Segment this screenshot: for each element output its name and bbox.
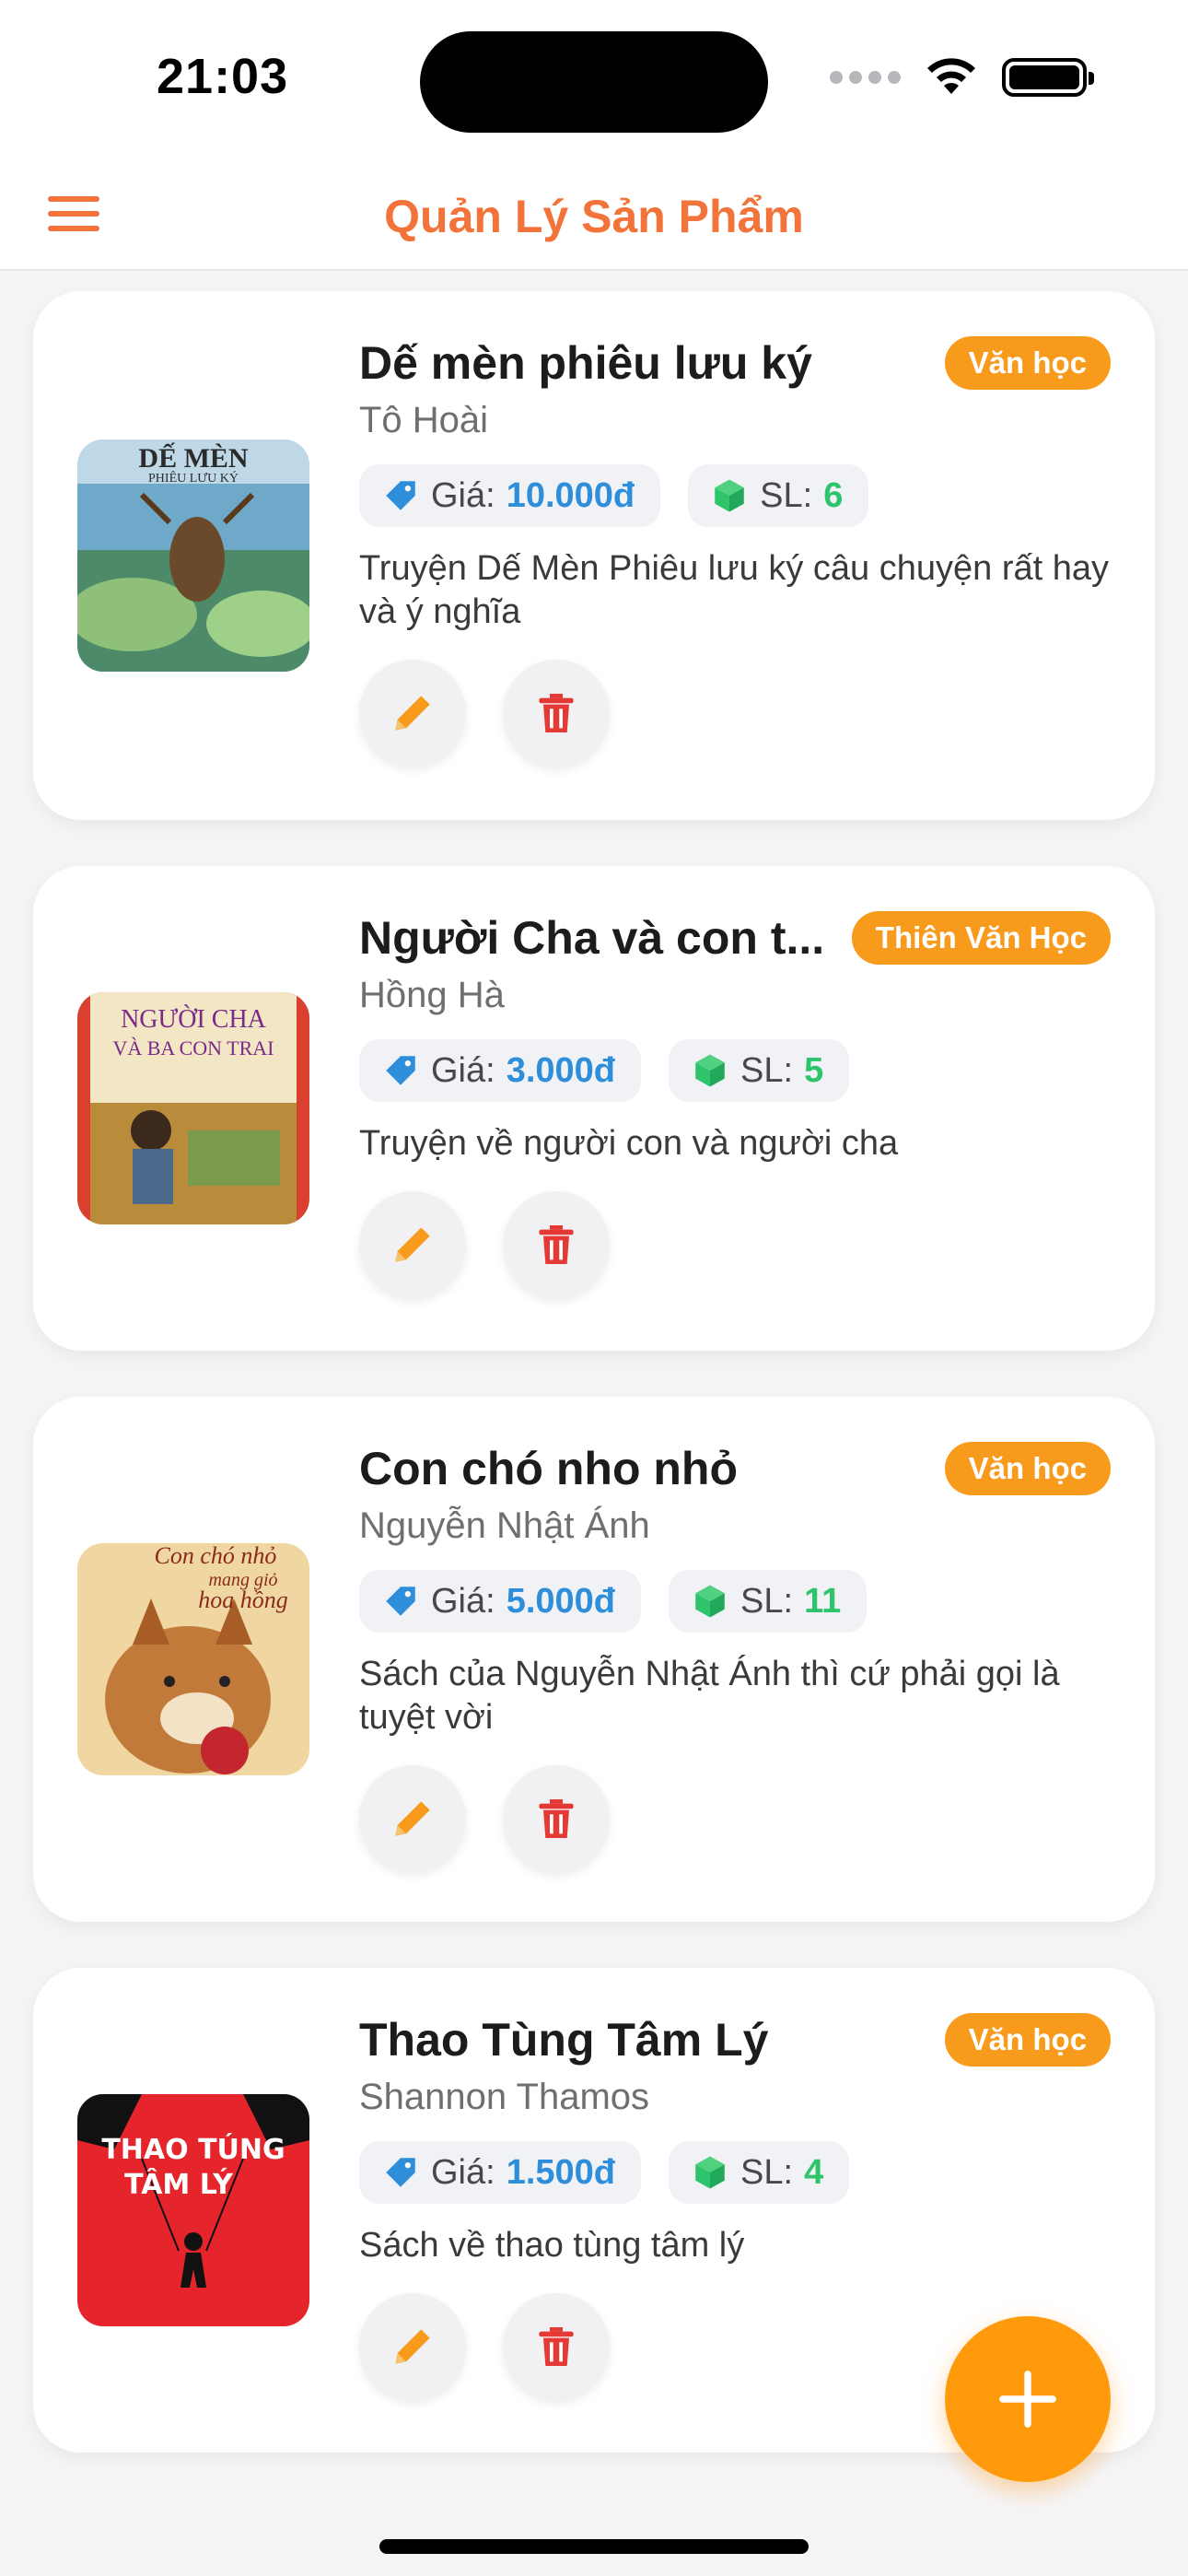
price-tag-icon [386, 2158, 415, 2187]
status-bar: 21:03 [0, 0, 1188, 157]
product-description: Sách của Nguyễn Nhật Ánh thì cứ phải gọi… [359, 1655, 1060, 1737]
cover-title-text: NGƯỜI CHA [121, 1005, 267, 1034]
page-title: Quản Lý Sản Phẩm [384, 191, 804, 242]
product-description: Truyện về người con và người cha [359, 1124, 899, 1163]
book-cover-image: DẾ MÈN PHIÊU LƯU KÝ [77, 439, 309, 672]
category-badge: Thiên Văn Học [851, 911, 1111, 965]
book-cover-image: Con chó nhỏ mang giỏ hoa hồng [77, 1543, 309, 1775]
price-chip: Giá: 1.500đ [359, 2141, 642, 2204]
edit-button[interactable] [359, 660, 466, 767]
cover-title-text: Con chó nhỏ [155, 1543, 277, 1569]
cover-subtitle-text: TÂM LÝ [124, 2167, 234, 2201]
status-time: 21:03 [157, 49, 289, 104]
battery-icon [1002, 58, 1094, 97]
trash-icon [539, 1799, 574, 1838]
plus-icon [999, 2371, 1056, 2428]
dynamic-island [420, 31, 768, 133]
add-product-button[interactable] [945, 2316, 1111, 2482]
quantity-label: SL: [740, 1050, 794, 1090]
product-details: Con chó nho nhỏ Văn học Nguyễn Nhật Ánh … [359, 1439, 1111, 1872]
price-chip: Giá: 3.000đ [359, 1039, 642, 1102]
price-value: 5.000đ [506, 1581, 616, 1621]
category-badge: Văn học [944, 2013, 1111, 2067]
cover-title-text: THAO TÚNG [101, 2132, 285, 2166]
cover-subtitle-text: VÀ BA CON TRAI [112, 1036, 274, 1060]
pencil-icon [395, 1801, 430, 1836]
product-description: Sách về thao tùng tâm lý [359, 2226, 745, 2265]
cube-icon [695, 2156, 725, 2189]
category-badge: Văn học [944, 336, 1111, 390]
product-author: Shannon Thamos [359, 2077, 650, 2117]
price-label: Giá: [431, 1581, 495, 1621]
product-description: Truyện Dế Mèn Phiêu lưu ký câu chuyện rấ… [359, 549, 1109, 631]
product-author: Hồng Hà [359, 975, 505, 1015]
book-cover-image: THAO TÚNG TÂM LÝ [77, 2094, 309, 2326]
quantity-value: 11 [804, 1581, 842, 1621]
cover-title-text: DẾ MÈN [138, 442, 249, 474]
pencil-icon [395, 1227, 430, 1262]
pencil-icon [395, 696, 430, 731]
quantity-label: SL: [740, 1581, 794, 1621]
price-tag-icon [386, 1056, 415, 1085]
category-badge: Văn học [944, 1442, 1111, 1495]
edit-button[interactable] [359, 2293, 466, 2400]
quantity-value: 6 [823, 475, 844, 515]
cube-icon [695, 1585, 725, 1618]
delete-button[interactable] [503, 2293, 610, 2400]
price-value: 10.000đ [506, 475, 635, 515]
quantity-value: 5 [804, 1050, 824, 1090]
price-value: 3.000đ [506, 1050, 616, 1090]
cover-subtitle-text: PHIÊU LƯU KÝ [148, 470, 239, 486]
product-card[interactable]: Con chó nhỏ mang giỏ hoa hồng Con chó nh… [33, 1397, 1155, 1922]
home-indicator [379, 2539, 809, 2554]
quantity-chip: SL: 4 [669, 2141, 850, 2204]
product-author: Tô Hoài [359, 400, 489, 440]
quantity-value: 4 [804, 2152, 824, 2192]
book-cover-image: NGƯỜI CHA VÀ BA CON TRAI [77, 992, 309, 1224]
edit-button[interactable] [359, 1191, 466, 1298]
trash-icon [539, 694, 574, 732]
price-label: Giá: [431, 1050, 495, 1090]
price-chip: Giá: 10.000đ [359, 464, 661, 527]
cover-line3-text: hoa hồng [198, 1587, 288, 1613]
navigation-bar: Quản Lý Sản Phẩm [0, 157, 1188, 271]
price-label: Giá: [431, 2152, 495, 2192]
product-title: Con chó nho nhỏ [359, 1443, 739, 1494]
product-details: Người Cha và con t... Thiên Văn Học Hồng… [359, 908, 1111, 1298]
cube-icon [695, 1054, 725, 1087]
quantity-label: SL: [740, 2152, 794, 2192]
product-list[interactable]: DẾ MÈN PHIÊU LƯU KÝ Dế mèn phiêu lưu ký … [33, 291, 1155, 2499]
pencil-icon [395, 2329, 430, 2364]
price-label: Giá: [431, 475, 495, 515]
edit-button[interactable] [359, 1765, 466, 1872]
product-details: Dế mèn phiêu lưu ký Văn học Tô Hoài Giá:… [359, 334, 1111, 767]
trash-icon [539, 1225, 574, 1264]
delete-button[interactable] [503, 1191, 610, 1298]
price-tag-icon [386, 481, 415, 510]
quantity-chip: SL: 5 [669, 1039, 850, 1102]
product-title: Dế mèn phiêu lưu ký [359, 337, 812, 389]
quantity-label: SL: [760, 475, 813, 515]
quantity-chip: SL: 11 [669, 1570, 868, 1633]
trash-icon [539, 2327, 574, 2366]
cube-icon [715, 479, 744, 512]
product-card[interactable]: DẾ MÈN PHIÊU LƯU KÝ Dế mèn phiêu lưu ký … [33, 291, 1155, 820]
product-title: Thao Tùng Tâm Lý [359, 2014, 769, 2066]
price-value: 1.500đ [506, 2152, 616, 2192]
product-author: Nguyễn Nhật Ánh [359, 1505, 650, 1546]
cellular-signal-icon [830, 71, 901, 84]
price-chip: Giá: 5.000đ [359, 1570, 642, 1633]
price-tag-icon [386, 1587, 415, 1616]
quantity-chip: SL: 6 [688, 464, 869, 527]
wifi-icon [927, 58, 975, 94]
delete-button[interactable] [503, 660, 610, 767]
status-icons [830, 57, 1094, 98]
product-card[interactable]: NGƯỜI CHA VÀ BA CON TRAI Người Cha và co… [33, 866, 1155, 1351]
product-title: Người Cha và con t... [359, 912, 825, 964]
delete-button[interactable] [503, 1765, 610, 1872]
